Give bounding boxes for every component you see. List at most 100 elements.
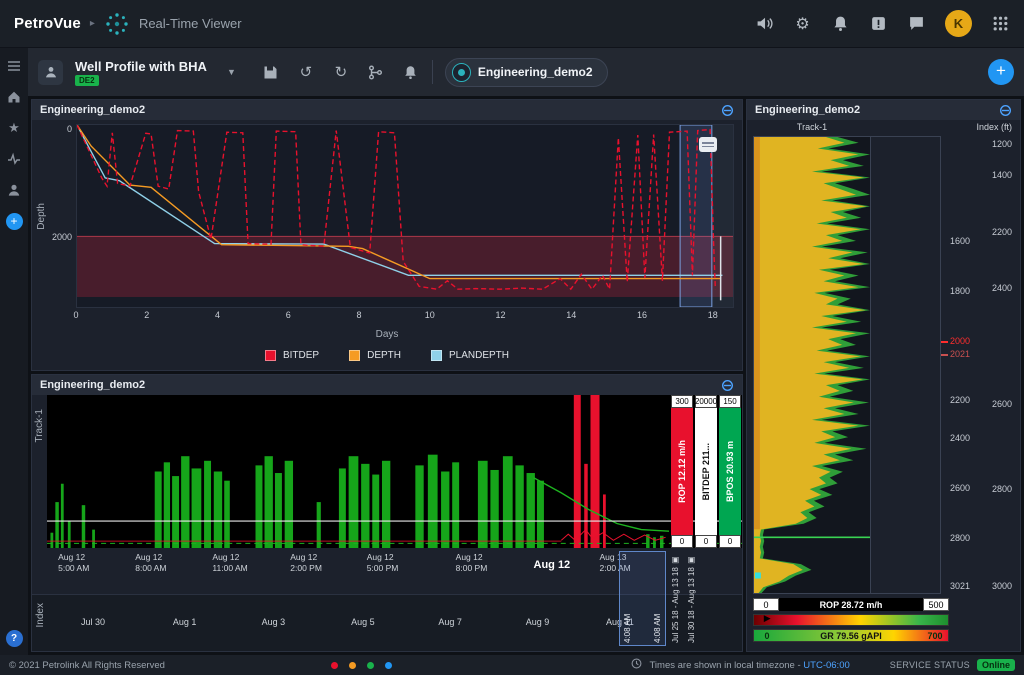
gr-curve-yellow — [754, 137, 867, 593]
settings-gear-icon[interactable]: ⚙ — [793, 14, 812, 33]
legend-item[interactable]: DEPTH — [349, 350, 401, 361]
x-tick-label: 14 — [566, 310, 576, 320]
save-icon[interactable] — [262, 63, 280, 81]
depth-label-outer: 2400 — [992, 283, 1012, 293]
depth-label-inner: 2200 — [950, 395, 970, 405]
time-selection-box[interactable]: 4:08 AM 4:08 AM — [619, 551, 666, 646]
rop-trace — [534, 478, 669, 532]
status-dot — [367, 662, 374, 669]
comment-icon[interactable] — [699, 137, 717, 152]
merge-icon[interactable] — [367, 63, 385, 81]
redo-icon[interactable]: ↻ — [332, 63, 350, 81]
depth-label-inner: 1600 — [950, 236, 970, 246]
depth-label-outer: 3000 — [992, 581, 1012, 591]
messages-icon[interactable] — [907, 14, 926, 33]
top-chart-legend: BITDEP DEPTH PLANDEPTH — [32, 340, 742, 370]
main-content: Well Profile with BHA DE2 ▼ ↺ ↻ — [28, 48, 1024, 655]
legend-item[interactable]: BITDEP — [265, 350, 319, 361]
favorites-star-icon[interactable]: ★ — [6, 120, 22, 136]
selection-time-label: 4:08 AM — [623, 556, 632, 643]
app-window: PetroVue ▸ Real-Time Viewer ⚙ K — [0, 0, 1024, 675]
track-marker — [755, 572, 761, 578]
profile-dropdown-caret[interactable]: ▼ — [227, 67, 236, 77]
panel-title: Engineering_demo2 — [40, 379, 145, 391]
time-track-panel: Engineering_demo2 Track-1 300ROP 12.12 m… — [31, 374, 743, 652]
depth-tick — [941, 341, 948, 343]
depth-chart-plot[interactable] — [76, 124, 734, 308]
alerts-icon[interactable] — [869, 14, 888, 33]
menu-icon[interactable] — [6, 58, 22, 74]
top-chart-xticks: 024681012141618 — [76, 310, 734, 323]
petrovue-logo-icon — [104, 11, 130, 37]
time-tick: Aug 12 5:00 PM — [367, 552, 399, 574]
apps-grid-icon[interactable] — [991, 14, 1010, 33]
track-scales: 0 ROP 28.72 m/h 500 ▶ 0 GR 79.56 gAPI 70… — [753, 598, 949, 647]
depth-tick — [941, 354, 948, 356]
strip-label: BITDEP 211... — [701, 443, 711, 500]
depth-label-outer: 1200 — [992, 139, 1012, 149]
gr-track-plot[interactable] — [753, 136, 871, 594]
selection-time-label: 4:08 AM — [653, 556, 662, 643]
undo-icon[interactable]: ↺ — [297, 63, 315, 81]
add-view-button[interactable]: + — [988, 59, 1014, 85]
value-strip-bpos: 150BPOS 20.93 m0 — [719, 395, 741, 548]
track-headers: Track-1 Index (ft) — [747, 120, 1020, 136]
depth-label-outer: 2200 — [992, 227, 1012, 237]
timezone-note: Times are shown in local timezone - UTC-… — [649, 660, 849, 671]
link-icon[interactable] — [721, 104, 734, 117]
status-dots — [331, 662, 392, 669]
app-title: Real-Time Viewer — [139, 16, 242, 31]
status-dot — [385, 662, 392, 669]
time-tick: Aug 12 5:00 AM — [58, 552, 89, 574]
date-range-label[interactable]: Jul 30 18 - Aug 13 18 ▣ — [687, 551, 696, 647]
time-track-plot[interactable]: 300ROP 12.12 m/h020000BITDEP 211...0150B… — [47, 395, 742, 548]
strip-max: 150 — [719, 395, 741, 408]
value-strip-bitdep: 20000BITDEP 211...0 — [695, 395, 717, 548]
link-icon[interactable] — [999, 104, 1012, 117]
clock-icon — [631, 658, 642, 672]
user-avatar[interactable]: K — [945, 10, 972, 37]
profile-heading: Well Profile with BHA DE2 — [75, 59, 207, 86]
y-tick-label: 2000 — [52, 232, 72, 242]
depth-index-scale: 1600180020002021220024002600280030211200… — [941, 136, 1014, 594]
depth-label-inner: 2600 — [950, 483, 970, 493]
date-range-label[interactable]: Jul 25 18 - Aug 13 18 ▣ — [671, 551, 680, 647]
x-tick-label: 16 — [637, 310, 647, 320]
strip-max: 20000 — [695, 395, 717, 408]
legend-item[interactable]: PLANDEPTH — [431, 350, 509, 361]
activity-icon[interactable] — [6, 151, 22, 167]
active-well-pill[interactable]: Engineering_demo2 — [445, 58, 608, 87]
profile-title: Well Profile with BHA — [75, 59, 207, 74]
rop-scale-label: ROP 28.72 m/h — [779, 598, 923, 611]
toolbar-actions: ↺ ↻ — [262, 63, 420, 81]
sidebar-add-button[interactable]: + — [6, 213, 23, 230]
empty-track[interactable] — [871, 136, 941, 594]
x-tick-label: 6 — [286, 310, 291, 320]
depth-track-panel: Engineering_demo2 Track-1 Index (ft) — [746, 99, 1021, 652]
time-range-selection — [680, 125, 712, 307]
home-icon[interactable] — [6, 89, 22, 105]
profile-icon[interactable] — [6, 182, 22, 198]
notifications-bell-icon[interactable] — [831, 14, 850, 33]
profile-box-icon[interactable] — [38, 60, 63, 85]
x-tick-label: 4 — [215, 310, 220, 320]
top-chart-yticks: 02000 — [48, 124, 76, 308]
help-button[interactable]: ? — [6, 630, 23, 647]
gr-scale-min: 0 — [754, 630, 780, 641]
time-tick: Aug 12 8:00 PM — [456, 552, 488, 574]
track-header: Track-1 — [753, 122, 871, 136]
legend-swatch — [349, 350, 360, 361]
index-tick: Aug 1 — [173, 617, 197, 627]
active-well-name: Engineering_demo2 — [478, 65, 593, 79]
strip-label: BPOS 20.93 m — [725, 441, 735, 502]
depth-label-outer: 1400 — [992, 170, 1012, 180]
status-dot — [349, 662, 356, 669]
volume-icon[interactable] — [755, 14, 774, 33]
x-tick-label: 10 — [425, 310, 435, 320]
alarm-bell-icon[interactable] — [402, 63, 420, 81]
value-strips: 300ROP 12.12 m/h020000BITDEP 211...0150B… — [671, 395, 741, 548]
link-icon[interactable] — [721, 379, 734, 392]
track-axis-label: Track-1 — [32, 395, 47, 548]
value-strip-rop: 300ROP 12.12 m/h0 — [671, 395, 693, 548]
time-tick: Aug 12 2:00 PM — [290, 552, 322, 574]
